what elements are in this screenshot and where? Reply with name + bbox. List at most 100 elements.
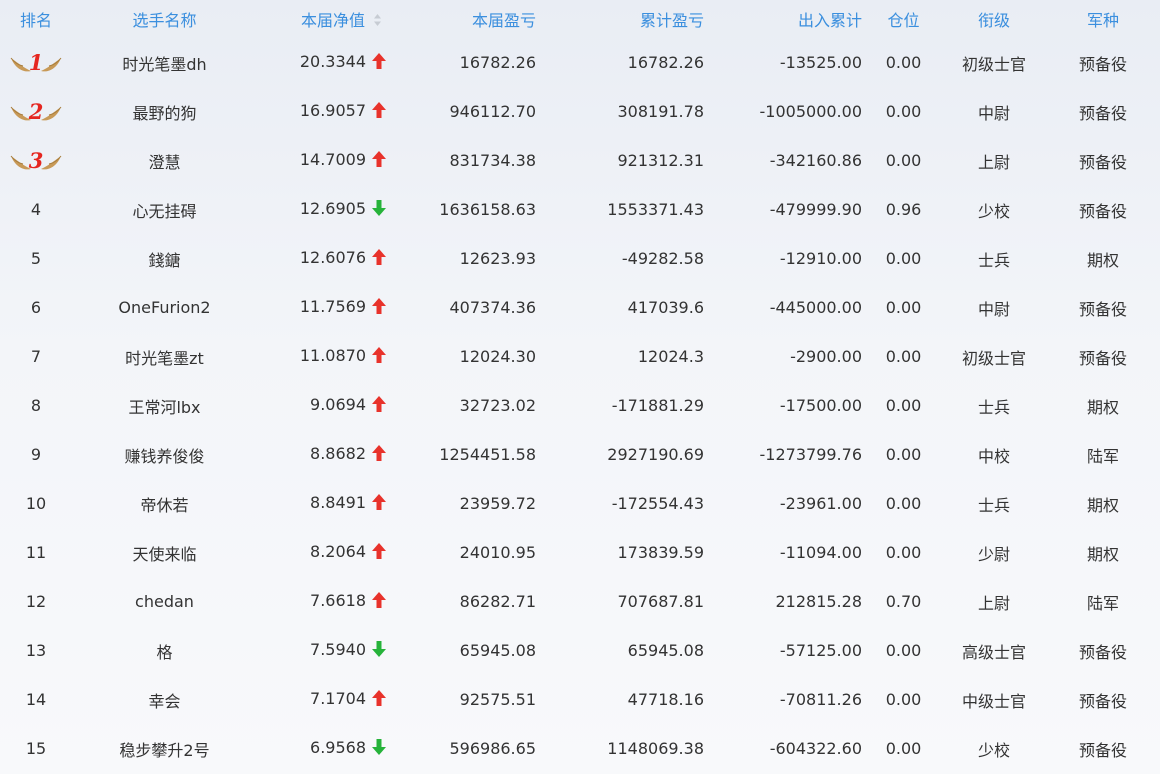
table-row[interactable]: 2 最野的狗 16.9057 946112.70 308191.78 -1005000.0…	[0, 87, 1160, 136]
player-name[interactable]: 时光笔墨dh	[72, 38, 257, 87]
player-name[interactable]: 天使来临	[72, 528, 257, 577]
grade-cell: 少校	[977, 201, 1010, 221]
table-row[interactable]: 3 澄慧 14.7009 831734.38 921312.31 -342160.86 0.…	[0, 136, 1160, 185]
rank-medal-icon: 3	[9, 146, 63, 176]
branch-cell: 预备役	[1078, 642, 1127, 662]
nav-value: 20.3344	[299, 52, 366, 72]
nav-value: 7.1704	[310, 689, 366, 709]
table-row[interactable]: 6 OneFurion2 11.7569 407374.36 417039.6 -4450…	[0, 283, 1160, 332]
profit-cell: 596986.65	[449, 739, 536, 758]
player-name[interactable]: 澄慧	[72, 136, 257, 185]
player-name[interactable]: 心无挂碍	[72, 185, 257, 234]
table-row[interactable]: 13 格 7.5940 65945.08 65945.08 -57125.00 0.00 高级…	[0, 626, 1160, 675]
col-flow-header[interactable]: 出入累计	[706, 0, 865, 38]
player-name[interactable]: 王常河lbx	[72, 381, 257, 430]
profit-cell: 92575.51	[459, 690, 536, 709]
flow-cell: -604322.60	[769, 739, 862, 758]
player-name[interactable]: 格	[72, 626, 257, 675]
grade-cell: 中级士官	[961, 691, 1026, 711]
profit-cell: 12623.93	[459, 249, 536, 268]
player-name[interactable]: 赚钱养俊俊	[72, 430, 257, 479]
position-cell: 0.00	[885, 53, 922, 72]
nav-value: 6.9568	[310, 738, 366, 758]
profit-cell: 16782.26	[459, 53, 536, 72]
branch-cell: 期权	[1086, 397, 1119, 417]
nav-value: 7.6618	[310, 591, 366, 611]
col-nav-label: 本届净值	[300, 11, 365, 30]
sort-icon[interactable]	[373, 12, 382, 31]
flow-cell: -445000.00	[769, 298, 862, 317]
table-row[interactable]: 11 天使来临 8.2064 24010.95 173839.59 -11094.00 0.…	[0, 528, 1160, 577]
table-row[interactable]: 4 心无挂碍 12.6905 1636158.63 1553371.43 -479999.…	[0, 185, 1160, 234]
nav-cell: 16.9057	[257, 87, 400, 136]
col-profit-header[interactable]: 本届盈亏	[400, 0, 546, 38]
flow-cell: -13525.00	[779, 53, 862, 72]
cum-profit-cell: 921312.31	[617, 151, 704, 170]
flow-cell: -57125.00	[779, 641, 862, 660]
rank-number: 3	[28, 147, 44, 173]
cum-profit-cell: 1148069.38	[607, 739, 704, 758]
table-row[interactable]: 14 幸会 7.1704 92575.51 47718.16 -70811.26 0.00 中…	[0, 675, 1160, 724]
rank-medal-icon: 1	[9, 48, 63, 78]
nav-cell: 8.2064	[257, 528, 400, 577]
grade-cell: 士兵	[977, 495, 1010, 515]
table-row[interactable]: 5 錢鎕 12.6076 12623.93 -49282.58 -12910.00 0.00…	[0, 234, 1160, 283]
branch-cell: 预备役	[1078, 54, 1127, 74]
nav-value: 11.0870	[299, 346, 366, 366]
position-cell: 0.00	[885, 739, 922, 758]
flow-cell: -11094.00	[779, 543, 862, 562]
rank-cell: 10	[25, 494, 47, 513]
table-row[interactable]: 10 帝休若 8.8491 23959.72 -172554.43 -23961.00 0.…	[0, 479, 1160, 528]
player-name[interactable]: 稳步攀升2号	[72, 724, 257, 773]
player-name[interactable]: chedan	[72, 577, 257, 626]
branch-cell: 陆军	[1086, 446, 1119, 466]
trend-down-icon	[366, 738, 392, 759]
cum-profit-cell: 173839.59	[617, 543, 704, 562]
cum-profit-cell: 2927190.69	[607, 445, 704, 464]
nav-value: 14.7009	[299, 150, 366, 170]
nav-value: 12.6905	[299, 199, 366, 219]
table-row[interactable]: 15 稳步攀升2号 6.9568 596986.65 1148069.38 -604322…	[0, 724, 1160, 773]
grade-cell: 少尉	[977, 544, 1010, 564]
nav-value: 9.0694	[310, 395, 366, 415]
trend-up-icon	[366, 591, 392, 612]
rank-cell: 9	[30, 445, 42, 464]
grade-cell: 少校	[977, 740, 1010, 760]
table-row[interactable]: 8 王常河lbx 9.0694 32723.02 -171881.29 -17500.00…	[0, 381, 1160, 430]
flow-cell: -17500.00	[779, 396, 862, 415]
col-grade-header[interactable]: 衔级	[942, 0, 1046, 38]
nav-value: 12.6076	[299, 248, 366, 268]
branch-cell: 预备役	[1078, 201, 1127, 221]
position-cell: 0.00	[885, 445, 922, 464]
col-rank-header[interactable]: 排名	[0, 0, 72, 38]
player-name[interactable]: 最野的狗	[72, 87, 257, 136]
table-row[interactable]: 9 赚钱养俊俊 8.8682 1254451.58 2927190.69 -1273799…	[0, 430, 1160, 479]
nav-cell: 9.0694	[257, 381, 400, 430]
grade-cell: 初级士官	[961, 54, 1026, 74]
cum-profit-cell: -172554.43	[611, 494, 704, 513]
player-name[interactable]: OneFurion2	[72, 283, 257, 332]
nav-value: 16.9057	[299, 101, 366, 121]
player-name[interactable]: 帝休若	[72, 479, 257, 528]
flow-cell: 212815.28	[775, 592, 862, 611]
table-row[interactable]: 7 时光笔墨zt 11.0870 12024.30 12024.3 -2900.00 0.0…	[0, 332, 1160, 381]
leaderboard-table: 排名 选手名称 本届净值 本届盈亏 累计盈亏 出入累计 仓位 衔级 军种 1 时光…	[0, 0, 1160, 773]
table-row[interactable]: 1 时光笔墨dh 20.3344 16782.26 16782.26 -13525.00 0…	[0, 38, 1160, 87]
col-branch-header[interactable]: 军种	[1046, 0, 1160, 38]
cum-profit-cell: 417039.6	[627, 298, 704, 317]
col-cum-profit-header[interactable]: 累计盈亏	[546, 0, 706, 38]
col-name-header[interactable]: 选手名称	[72, 0, 257, 38]
rank-number: 2	[28, 98, 44, 124]
col-nav-header[interactable]: 本届净值	[257, 0, 400, 38]
rank-cell: 8	[30, 396, 42, 415]
player-name[interactable]: 錢鎕	[72, 234, 257, 283]
rank-cell: 15	[25, 739, 47, 758]
table-row[interactable]: 12 chedan 7.6618 86282.71 707687.81 212815.28…	[0, 577, 1160, 626]
col-position-header[interactable]: 仓位	[865, 0, 942, 38]
player-name[interactable]: 时光笔墨zt	[72, 332, 257, 381]
rank-number: 1	[28, 49, 44, 75]
rank-cell: 13	[25, 641, 47, 660]
cum-profit-cell: 707687.81	[617, 592, 704, 611]
player-name[interactable]: 幸会	[72, 675, 257, 724]
branch-cell: 预备役	[1078, 152, 1127, 172]
